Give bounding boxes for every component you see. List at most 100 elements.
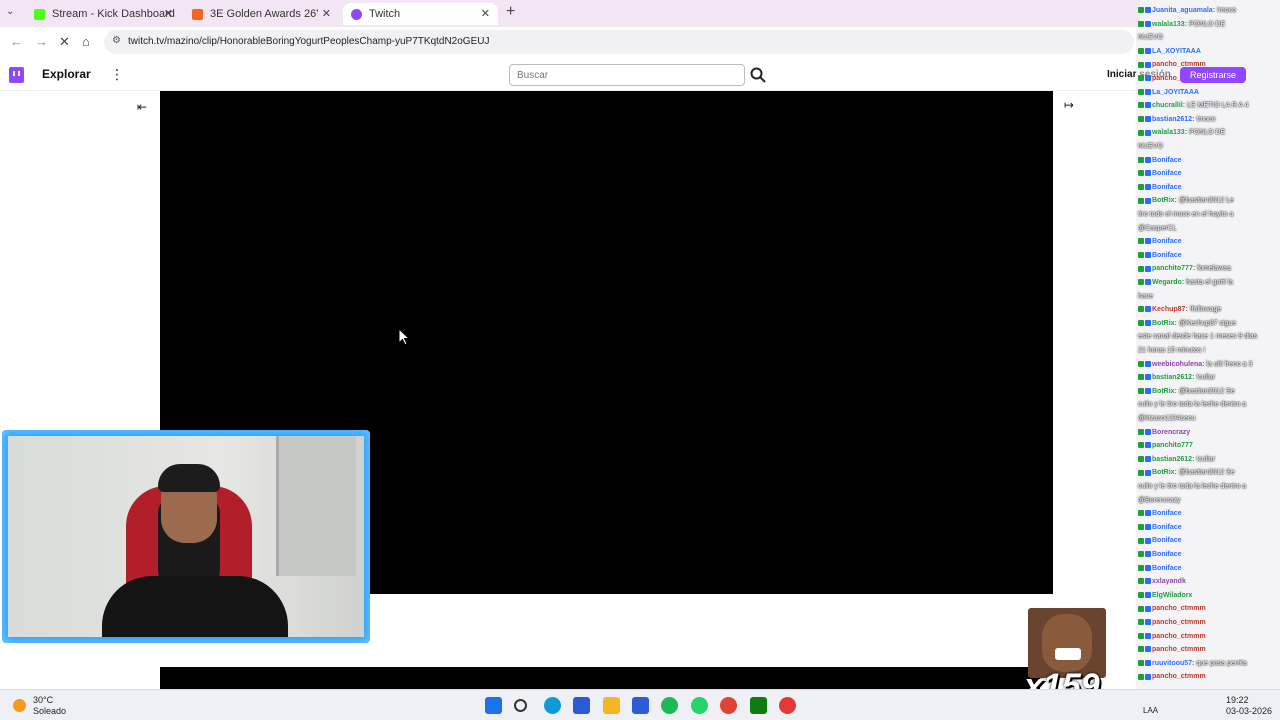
store-icon[interactable]: [573, 697, 591, 714]
edge-icon[interactable]: [543, 697, 561, 714]
home-icon[interactable]: ⌂: [82, 34, 90, 49]
new-tab-plus-icon[interactable]: +: [506, 3, 515, 21]
subscriber-badge-icon: [1138, 156, 1144, 163]
close-tab-icon[interactable]: ✕: [164, 7, 173, 20]
forward-arrow-icon[interactable]: →: [35, 34, 48, 49]
chat-username[interactable]: panchito777:: [1152, 265, 1197, 272]
address-bar[interactable]: ⚙ twitch.tv/mazino/clip/HonorableBoringY…: [104, 30, 1134, 54]
chat-message: chucrallil: LE METIO LA R A 4: [1138, 101, 1249, 110]
chat-username[interactable]: Boniface: [1152, 565, 1182, 572]
chat-username[interactable]: Boniface: [1152, 551, 1182, 558]
chat-username[interactable]: Borencrazy: [1152, 429, 1190, 436]
tab-twitch[interactable]: Twitch ✕: [343, 3, 498, 25]
chat-badge-icon: [1145, 61, 1151, 68]
chat-badge-icon: [1145, 619, 1151, 626]
chat-message: Borencrazy: [1138, 428, 1190, 437]
close-tab-icon[interactable]: ✕: [322, 7, 331, 20]
chat-username[interactable]: pancho_ctmmm: [1152, 646, 1206, 653]
windows-start-icon[interactable]: [485, 697, 502, 714]
url-text[interactable]: twitch.tv/mazino/clip/HonorableBoringYog…: [128, 36, 489, 47]
browser-toolbar: ← → ✕ ⌂ ⚙ twitch.tv/mazino/clip/Honorabl…: [0, 27, 1140, 57]
spotify-icon[interactable]: [661, 697, 679, 714]
chat-username[interactable]: LA_XOYITAAA: [1152, 48, 1201, 55]
folder-icon[interactable]: [602, 697, 620, 714]
search-input[interactable]: [509, 64, 745, 86]
clock-time[interactable]: 19:22: [1226, 695, 1249, 705]
tab-title: Twitch: [369, 8, 401, 20]
chat-username[interactable]: Boniface: [1152, 238, 1182, 245]
chat-username[interactable]: walala133:: [1152, 21, 1189, 28]
chat-username[interactable]: Kechup87:: [1152, 306, 1190, 313]
chat-username[interactable]: weebicohulena:: [1152, 361, 1206, 368]
chat-text: la ulti freno a 3: [1206, 360, 1253, 368]
chat-message: pancho_ctmmm: [1138, 672, 1206, 681]
chat-username[interactable]: La_JOYITAAA: [1152, 89, 1199, 96]
register-button[interactable]: Registrarse: [1180, 67, 1246, 83]
chat-username[interactable]: Boniface: [1152, 510, 1182, 517]
chat-text: NUEVO: [1138, 34, 1163, 42]
chat-text: @Borencrazy: [1138, 496, 1181, 504]
chat-message: 21 horas 15 minutos !: [1138, 346, 1205, 355]
chat-username[interactable]: ruuvitoou57:: [1152, 660, 1196, 667]
clock-date[interactable]: 03-03-2026: [1226, 706, 1272, 716]
chat-username[interactable]: Boniface: [1152, 184, 1182, 191]
expand-chat-icon[interactable]: ↦: [1064, 98, 1074, 112]
tab-golden-awards[interactable]: 3E Golden Awards 26' ✕: [184, 3, 339, 25]
sun-weather-icon[interactable]: [13, 699, 26, 712]
twitch-logo-icon[interactable]: [9, 67, 24, 83]
chat-username[interactable]: walala133:: [1152, 129, 1189, 136]
chat-message: @Borencrazy: [1138, 496, 1181, 505]
back-arrow-icon[interactable]: ←: [10, 34, 23, 49]
chat-text: LE METIO LA R A 4: [1187, 102, 1249, 110]
xbox-icon[interactable]: [749, 697, 767, 714]
chat-username[interactable]: Boniface: [1152, 524, 1182, 531]
chat-username[interactable]: pancho_ctmmm: [1152, 633, 1206, 640]
explore-link[interactable]: Explorar: [42, 67, 91, 81]
emote-face: [1042, 614, 1092, 672]
chat-username[interactable]: BotRix:: [1152, 469, 1179, 476]
tab-kick-dashboard[interactable]: Stream - Kick Dashboard ✕: [26, 3, 181, 25]
chat-username[interactable]: bastian2612:: [1152, 116, 1196, 123]
chat-badge-icon: [1145, 537, 1151, 544]
chat-username[interactable]: bastian2612:: [1152, 374, 1196, 381]
chat-username[interactable]: Boniface: [1152, 537, 1182, 544]
chat-username[interactable]: Boniface: [1152, 170, 1182, 177]
whatsapp-icon[interactable]: [690, 697, 708, 714]
tab-search-chevron-icon[interactable]: ⌄: [6, 6, 14, 17]
chat-username[interactable]: BotRix:: [1152, 197, 1179, 204]
subscriber-badge-icon: [1138, 61, 1144, 68]
loading-favicon-icon: [351, 8, 362, 20]
chat-username[interactable]: BotRix:: [1152, 388, 1179, 395]
search-icon[interactable]: [749, 66, 767, 84]
chat-text: @Kechup87 sigue: [1178, 319, 1237, 327]
chat-message: BotRix: @bastian2612 Se: [1138, 387, 1235, 396]
chat-message: panchito777: fomelawea: [1138, 264, 1231, 273]
weather-temperature[interactable]: 30°C: [33, 695, 53, 705]
chat-username[interactable]: Wegardo:: [1152, 279, 1186, 286]
chat-username[interactable]: Boniface: [1152, 252, 1182, 259]
search-icon[interactable]: [514, 699, 528, 712]
chat-username[interactable]: BotRix:: [1152, 320, 1179, 327]
close-tab-icon[interactable]: ✕: [481, 7, 490, 20]
chat-username[interactable]: panchito777: [1152, 442, 1193, 449]
weather-description[interactable]: Soleado: [33, 706, 66, 716]
chat-username[interactable]: pancho_ctmmm: [1152, 605, 1206, 612]
language-indicator[interactable]: LAA: [1143, 706, 1158, 715]
stop-loading-icon[interactable]: ✕: [59, 34, 70, 50]
clipboard-icon[interactable]: [632, 697, 649, 714]
collapse-sidebar-icon[interactable]: ⇤: [137, 100, 147, 114]
chat-text: !culiar: [1196, 374, 1216, 382]
recorder-icon[interactable]: [779, 697, 796, 714]
chat-username[interactable]: xxlayandk: [1152, 578, 1186, 585]
chat-username[interactable]: pancho_ctmmm: [1152, 619, 1206, 626]
chat-username[interactable]: pancho_ctmmm: [1152, 673, 1206, 680]
chat-message: @kizaso1234secu: [1138, 414, 1195, 423]
chrome-icon[interactable]: [720, 697, 738, 714]
chat-username[interactable]: ElgWiladorx: [1152, 592, 1192, 599]
chat-username[interactable]: chucrallil:: [1152, 102, 1187, 109]
chat-username[interactable]: bastian2612:: [1152, 456, 1196, 463]
chat-username[interactable]: Boniface: [1152, 157, 1182, 164]
more-options-icon[interactable]: ⋮: [110, 66, 124, 83]
site-info-icon[interactable]: ⚙: [112, 35, 121, 46]
chat-username[interactable]: Juanita_aguamala:: [1152, 7, 1217, 14]
